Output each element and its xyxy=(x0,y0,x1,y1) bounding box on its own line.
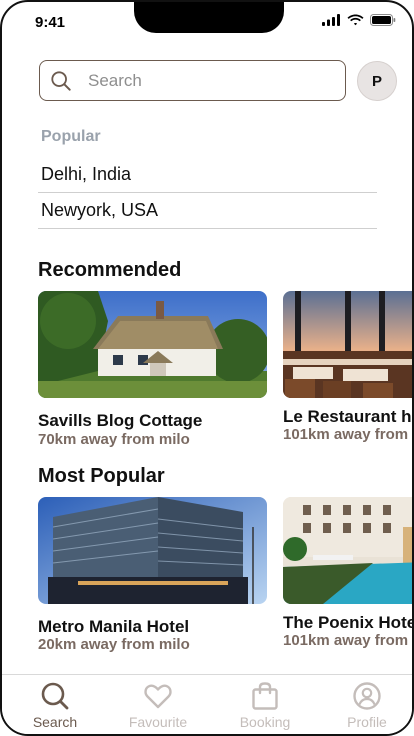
search-icon xyxy=(51,70,71,91)
popular-label: Popular xyxy=(41,128,101,145)
popular-item-newyork[interactable]: Newyork, USA xyxy=(38,193,377,229)
tab-label: Booking xyxy=(239,714,291,730)
restaurant-image xyxy=(283,291,412,398)
cottage-image xyxy=(38,291,267,398)
poenix-hotel-image xyxy=(283,497,412,604)
card-title: The Poenix Hotel xyxy=(283,613,414,632)
search-icon xyxy=(41,682,69,710)
card-distance: 101km away from milo xyxy=(283,426,412,443)
search-input[interactable] xyxy=(88,70,308,91)
status-time: 9:41 xyxy=(35,14,66,31)
phone-frame: 9:41 P Popular Delhi, India Newyork, USA… xyxy=(0,0,414,736)
tab-search[interactable]: Search xyxy=(10,681,100,730)
most-popular-card-poenix[interactable]: The Poenix Hotel 101km away from milo xyxy=(283,497,412,649)
popular-item-delhi[interactable]: Delhi, India xyxy=(38,157,377,193)
battery-icon xyxy=(370,14,396,26)
tab-favourite[interactable]: Favourite xyxy=(113,681,203,730)
tab-label: Profile xyxy=(347,714,387,730)
tab-bar: Search Favourite Booking Profile xyxy=(2,674,412,734)
profile-icon xyxy=(353,682,381,710)
card-title: Le Restaurant hote xyxy=(283,407,412,426)
notch xyxy=(134,2,284,33)
most-popular-title: Most Popular xyxy=(38,465,165,487)
bag-icon xyxy=(252,682,278,710)
metro-hotel-image xyxy=(38,497,267,604)
recommended-card-cottage[interactable]: Savills Blog Cottage 70km away from milo xyxy=(38,291,267,448)
card-distance: 20km away from milo xyxy=(38,636,190,653)
recommended-title: Recommended xyxy=(38,259,182,281)
recommended-card-restaurant[interactable]: Le Restaurant hote 101km away from milo xyxy=(283,291,412,443)
avatar[interactable]: P xyxy=(357,61,397,101)
status-icons xyxy=(322,14,396,26)
heart-icon xyxy=(144,684,172,709)
signal-icon xyxy=(322,14,340,26)
search-bar[interactable] xyxy=(39,60,346,101)
wifi-icon xyxy=(347,14,364,26)
tab-booking[interactable]: Booking xyxy=(220,681,310,730)
tab-label: Search xyxy=(32,714,78,730)
card-title: Metro Manila Hotel xyxy=(38,617,190,636)
card-title: Savills Blog Cottage xyxy=(38,411,203,430)
tab-profile[interactable]: Profile xyxy=(322,681,412,730)
tab-label: Favourite xyxy=(128,714,188,730)
most-popular-card-metro[interactable]: Metro Manila Hotel 20km away from milo xyxy=(38,497,267,653)
card-distance: 101km away from milo xyxy=(283,632,412,649)
card-distance: 70km away from milo xyxy=(38,431,190,448)
